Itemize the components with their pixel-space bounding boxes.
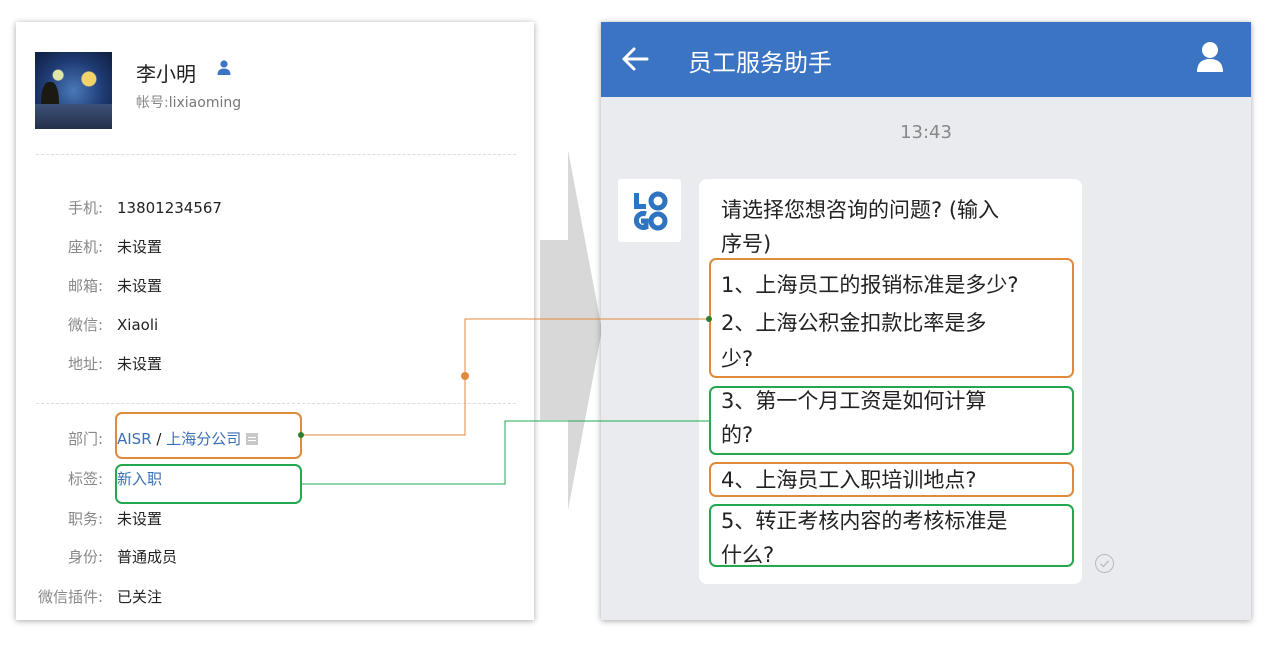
back-arrow-icon[interactable] <box>621 46 649 72</box>
field-row-email: 邮箱: 未设置 <box>16 275 162 297</box>
field-value: 13801234567 <box>117 199 222 217</box>
field-label: 职务: <box>67 510 103 528</box>
field-value: 已关注 <box>117 588 163 606</box>
field-label: 邮箱: <box>67 277 103 295</box>
field-value: 未设置 <box>117 355 163 373</box>
field-value: 未设置 <box>117 277 163 295</box>
field-value: 未设置 <box>117 238 163 256</box>
contact-profile-card: 李小明 帐号:lixiaoming 手机: 13801234567 座机: 未设… <box>16 22 534 620</box>
account-value: lixiaoming <box>168 95 242 111</box>
field-label: 微信: <box>67 316 103 334</box>
profile-name: 李小明 <box>136 62 196 86</box>
divider <box>36 403 516 404</box>
field-label: 标签: <box>67 470 103 488</box>
field-row-identity: 身份: 普通成员 <box>16 546 177 568</box>
person-icon <box>217 60 231 75</box>
account-line: 帐号:lixiaoming <box>136 92 241 112</box>
question-3-highlight-box <box>709 386 1074 455</box>
field-value: Xiaoli <box>117 316 159 334</box>
user-icon[interactable] <box>1197 41 1223 72</box>
logo-icon <box>633 191 668 231</box>
question-5-highlight-box <box>709 504 1074 567</box>
chat-header: 员工服务助手 <box>601 22 1251 97</box>
field-label: 手机: <box>67 199 103 217</box>
divider <box>36 154 516 155</box>
chat-screen: 员工服务助手 13:43 请选择您想咨询的问题? (输入 序号) 1、上海员工的… <box>601 22 1251 620</box>
message-line: 请选择您想咨询的问题? (输入 <box>721 198 1000 222</box>
field-label: 地址: <box>67 355 103 373</box>
field-label: 座机: <box>67 238 103 256</box>
department-highlight-box <box>115 412 302 459</box>
field-row-position: 职务: 未设置 <box>16 508 162 530</box>
field-row-wechat: 微信: Xiaoli <box>16 314 158 336</box>
field-value: 未设置 <box>117 510 163 528</box>
chat-title: 员工服务助手 <box>688 49 832 77</box>
field-row-mobile: 手机: 13801234567 <box>16 197 222 219</box>
message-line: 序号) <box>721 232 772 256</box>
field-value: 普通成员 <box>117 548 178 566</box>
questions-1-2-highlight-box <box>709 258 1074 378</box>
account-label: 帐号: <box>136 95 169 111</box>
field-row-address: 地址: 未设置 <box>16 353 162 375</box>
field-label: 部门: <box>67 430 103 448</box>
avatar[interactable] <box>35 52 112 129</box>
field-row-landline: 座机: 未设置 <box>16 236 162 258</box>
bot-avatar[interactable] <box>618 179 681 242</box>
field-label: 身份: <box>67 548 103 566</box>
transition-arrow <box>540 150 602 510</box>
tag-highlight-box <box>115 464 302 504</box>
message-timestamp: 13:43 <box>900 122 952 143</box>
question-4-highlight-box <box>709 462 1074 497</box>
field-label: 微信插件: <box>37 588 103 606</box>
field-row-wechat-plugin: 微信插件: 已关注 <box>16 586 162 608</box>
read-check-icon <box>1095 554 1114 573</box>
